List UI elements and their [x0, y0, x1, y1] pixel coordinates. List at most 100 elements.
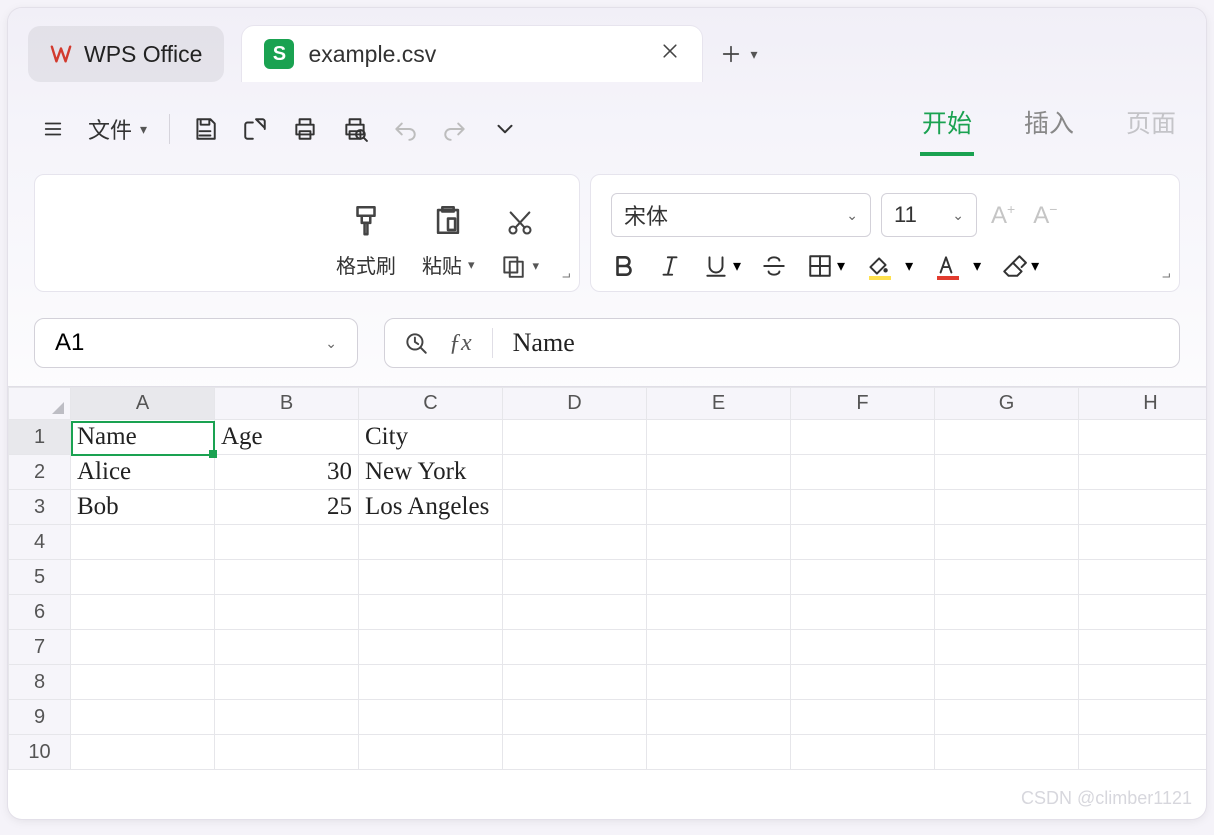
- cell[interactable]: [647, 525, 791, 560]
- cell[interactable]: [503, 490, 647, 525]
- cell[interactable]: [215, 525, 359, 560]
- cell[interactable]: [1079, 735, 1207, 770]
- cell[interactable]: [1079, 455, 1207, 490]
- tab-insert[interactable]: 插入: [1022, 102, 1076, 156]
- row-header[interactable]: 6: [9, 595, 71, 630]
- fx-icon[interactable]: ƒx: [449, 330, 472, 357]
- print-preview-button[interactable]: [336, 112, 374, 146]
- cell[interactable]: [71, 595, 215, 630]
- col-header[interactable]: F: [791, 388, 935, 420]
- cell[interactable]: Los Angeles: [359, 490, 503, 525]
- cell[interactable]: [359, 630, 503, 665]
- export-button[interactable]: [236, 112, 274, 146]
- cell[interactable]: [647, 420, 791, 455]
- cell[interactable]: [935, 630, 1079, 665]
- cell[interactable]: [71, 560, 215, 595]
- cut-icon[interactable]: [506, 209, 534, 237]
- borders-button[interactable]: ▾: [807, 253, 845, 279]
- shrink-font-button[interactable]: A−: [1029, 201, 1061, 230]
- cell[interactable]: [647, 560, 791, 595]
- col-header[interactable]: D: [503, 388, 647, 420]
- cell[interactable]: [791, 490, 935, 525]
- spreadsheet-grid[interactable]: A B C D E F G H 1NameAgeCity2Alice30New …: [8, 386, 1206, 770]
- new-tab-button[interactable]: ▾: [720, 43, 757, 65]
- cell[interactable]: [935, 665, 1079, 700]
- cell[interactable]: 25: [215, 490, 359, 525]
- cell[interactable]: [215, 665, 359, 700]
- cell[interactable]: [359, 735, 503, 770]
- cell[interactable]: [1079, 665, 1207, 700]
- col-header[interactable]: G: [935, 388, 1079, 420]
- cell[interactable]: [1079, 560, 1207, 595]
- cell[interactable]: 30: [215, 455, 359, 490]
- file-menu[interactable]: 文件 ▾: [82, 109, 153, 149]
- cell[interactable]: [71, 735, 215, 770]
- cell[interactable]: [791, 525, 935, 560]
- cell[interactable]: [791, 420, 935, 455]
- font-name-combobox[interactable]: 宋体 ⌄: [611, 193, 871, 237]
- cell[interactable]: [503, 560, 647, 595]
- format-painter-button[interactable]: 格式刷: [336, 198, 396, 279]
- cell[interactable]: [791, 735, 935, 770]
- paste-button[interactable]: 粘贴▾: [422, 198, 475, 279]
- cell[interactable]: [1079, 490, 1207, 525]
- file-tab[interactable]: S example.csv: [242, 26, 702, 82]
- cell[interactable]: [647, 735, 791, 770]
- select-all-corner[interactable]: [9, 388, 71, 420]
- tab-page[interactable]: 页面: [1124, 102, 1178, 156]
- cell[interactable]: [503, 595, 647, 630]
- underline-button[interactable]: ▾: [703, 253, 741, 279]
- formula-bar[interactable]: ƒx Name: [384, 318, 1180, 368]
- cell[interactable]: [791, 700, 935, 735]
- name-box[interactable]: A1 ⌄: [34, 318, 358, 368]
- row-header[interactable]: 2: [9, 455, 71, 490]
- redo-button[interactable]: [436, 112, 474, 146]
- cell[interactable]: City: [359, 420, 503, 455]
- cell[interactable]: [935, 560, 1079, 595]
- strikethrough-button[interactable]: [761, 253, 787, 279]
- cell[interactable]: [503, 525, 647, 560]
- cell[interactable]: [791, 665, 935, 700]
- row-header[interactable]: 10: [9, 735, 71, 770]
- cell[interactable]: [215, 595, 359, 630]
- cell[interactable]: [935, 455, 1079, 490]
- cell[interactable]: [935, 700, 1079, 735]
- cell[interactable]: [359, 525, 503, 560]
- cell[interactable]: [503, 735, 647, 770]
- col-header[interactable]: A: [71, 388, 215, 420]
- cell[interactable]: [359, 665, 503, 700]
- font-size-combobox[interactable]: 11 ⌄: [881, 193, 977, 237]
- cell[interactable]: [503, 455, 647, 490]
- cell[interactable]: [215, 700, 359, 735]
- cell[interactable]: [935, 420, 1079, 455]
- cell[interactable]: [1079, 700, 1207, 735]
- copy-icon[interactable]: [500, 253, 526, 279]
- cell[interactable]: [71, 665, 215, 700]
- col-header[interactable]: C: [359, 388, 503, 420]
- font-color-button[interactable]: ▾: [933, 253, 981, 279]
- cell[interactable]: [359, 700, 503, 735]
- cell[interactable]: [791, 560, 935, 595]
- print-button[interactable]: [286, 112, 324, 146]
- row-header[interactable]: 4: [9, 525, 71, 560]
- cell[interactable]: [791, 595, 935, 630]
- cell[interactable]: [503, 630, 647, 665]
- cell[interactable]: [935, 525, 1079, 560]
- bold-button[interactable]: [611, 253, 637, 279]
- cell[interactable]: [647, 595, 791, 630]
- app-tab[interactable]: WPS Office: [28, 26, 224, 82]
- cell[interactable]: Name: [71, 420, 215, 455]
- row-header[interactable]: 9: [9, 700, 71, 735]
- cell[interactable]: [503, 700, 647, 735]
- cell[interactable]: Alice: [71, 455, 215, 490]
- dialog-launcher-icon[interactable]: ⌐: [562, 268, 571, 285]
- cell[interactable]: [1079, 420, 1207, 455]
- save-button[interactable]: [186, 112, 224, 146]
- col-header[interactable]: B: [215, 388, 359, 420]
- cell[interactable]: [935, 595, 1079, 630]
- cell[interactable]: [503, 420, 647, 455]
- cell[interactable]: [791, 630, 935, 665]
- cell[interactable]: [71, 700, 215, 735]
- undo-button[interactable]: [386, 112, 424, 146]
- cell[interactable]: [1079, 595, 1207, 630]
